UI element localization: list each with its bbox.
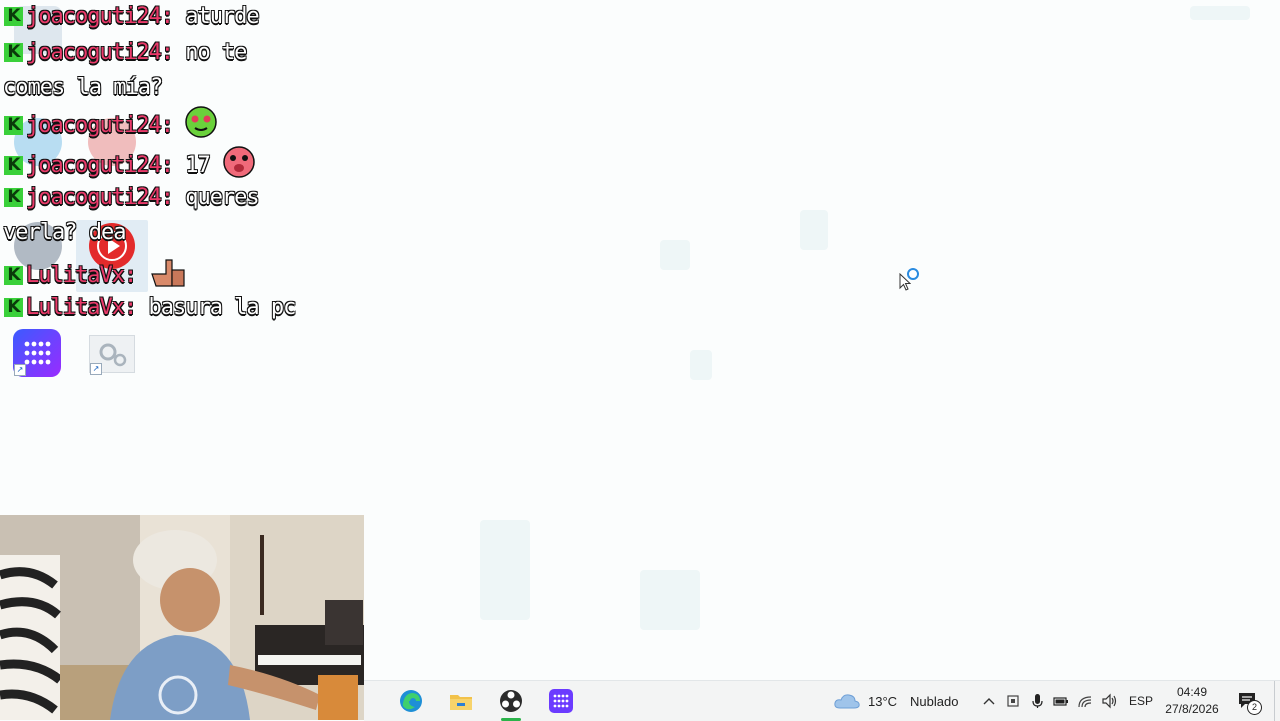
- chat-username: LulitaVx:: [26, 263, 137, 288]
- notification-center-button[interactable]: 2: [1236, 689, 1262, 715]
- chat-text: verla? dea: [3, 220, 126, 245]
- kick-badge-icon: K: [4, 188, 23, 207]
- chat-text: aturde: [172, 4, 259, 29]
- chat-text: [173, 113, 185, 138]
- kick-badge-icon: K: [4, 156, 23, 175]
- cloud-icon: [834, 694, 860, 709]
- taskbar: 13°C Nublado ESP 04:49 27/8/2026 2: [364, 680, 1280, 721]
- chat-text: queres: [172, 185, 259, 210]
- chat-message: K LulitaVx: basura la pc: [4, 291, 296, 325]
- desktop-background-detail: [480, 520, 530, 620]
- file-explorer-icon: [450, 695, 472, 710]
- chat-text: [136, 263, 148, 288]
- green-face-emote-icon: [185, 106, 217, 138]
- chevron-up-icon[interactable]: [981, 693, 997, 709]
- pink-face-emote-icon: [223, 146, 255, 178]
- clock[interactable]: 04:49 27/8/2026: [1160, 684, 1224, 718]
- chat-text: comes la mía?: [3, 75, 163, 100]
- pointing-hand-emote-icon: [151, 259, 186, 287]
- kick-badge-icon: K: [4, 298, 23, 317]
- chat-username: LulitaVx:: [26, 295, 137, 320]
- chat-username: joacoguti24:: [26, 4, 174, 29]
- battery-icon[interactable]: [1053, 693, 1069, 709]
- taskbar-app-grid-button[interactable]: [538, 681, 584, 721]
- chat-text: 17: [172, 153, 222, 178]
- kick-badge-icon: K: [4, 116, 23, 135]
- chat-text: no te: [172, 40, 247, 65]
- kick-badge-icon: K: [4, 7, 23, 26]
- kick-badge-icon: K: [4, 266, 23, 285]
- chat-message: verla? dea: [3, 216, 126, 250]
- desktop-background-detail: [1190, 6, 1250, 20]
- taskbar-edge-button[interactable]: [388, 681, 434, 721]
- chat-text: basura la pc: [136, 295, 296, 320]
- weather-temperature: 13°C: [868, 694, 898, 709]
- language-indicator[interactable]: ESP: [1129, 694, 1153, 708]
- desktop-background-detail: [660, 240, 690, 270]
- chat-username: joacoguti24:: [26, 40, 174, 65]
- meet-now-icon[interactable]: [1005, 693, 1021, 709]
- weather-widget[interactable]: 13°C Nublado: [834, 681, 964, 721]
- clock-date: 27/8/2026: [1165, 702, 1219, 716]
- desktop-background-detail: [640, 570, 700, 630]
- shortcut-arrow-icon: ↗: [14, 364, 26, 376]
- chat-message: Kjoacoguti24: queres: [4, 181, 260, 215]
- microphone-icon[interactable]: [1029, 693, 1045, 709]
- kick-badge-icon: K: [4, 43, 23, 62]
- notification-count-badge: 2: [1247, 700, 1262, 715]
- chat-username: joacoguti24:: [26, 185, 174, 210]
- shortcut-arrow-icon: ↗: [90, 363, 102, 375]
- chat-message: Kjoacoguti24: 17: [4, 146, 256, 183]
- show-desktop-button[interactable]: [1274, 681, 1280, 721]
- taskbar-file-explorer-button[interactable]: [438, 681, 484, 721]
- obs-icon: [500, 690, 522, 712]
- weather-condition: Nublado: [910, 694, 959, 709]
- desktop-background-detail: [800, 210, 828, 250]
- webcam-feed: [0, 515, 364, 720]
- chat-message: Kjoacoguti24: no te: [4, 36, 247, 70]
- chat-username: joacoguti24:: [26, 113, 174, 138]
- settings-shortcut[interactable]: ↗: [89, 335, 135, 375]
- desktop-background-detail: [690, 350, 712, 380]
- webcam-image: [0, 515, 364, 720]
- clock-time: 04:49: [1176, 685, 1208, 699]
- chat-message: K LulitaVx:: [4, 252, 188, 293]
- edge-icon: [400, 690, 422, 712]
- app-grid-icon: [549, 689, 573, 713]
- taskbar-obs-button[interactable]: [488, 681, 534, 721]
- busy-spinner-icon: [907, 268, 919, 280]
- volume-icon[interactable]: [1101, 693, 1117, 709]
- wifi-icon[interactable]: [1077, 693, 1093, 709]
- chat-message: Kjoacoguti24: aturde: [4, 0, 260, 34]
- app-grid-shortcut[interactable]: ↗: [13, 329, 61, 377]
- chat-message: comes la mía?: [3, 71, 163, 105]
- chat-username: joacoguti24:: [26, 153, 174, 178]
- chat-message: Kjoacoguti24:: [4, 106, 217, 143]
